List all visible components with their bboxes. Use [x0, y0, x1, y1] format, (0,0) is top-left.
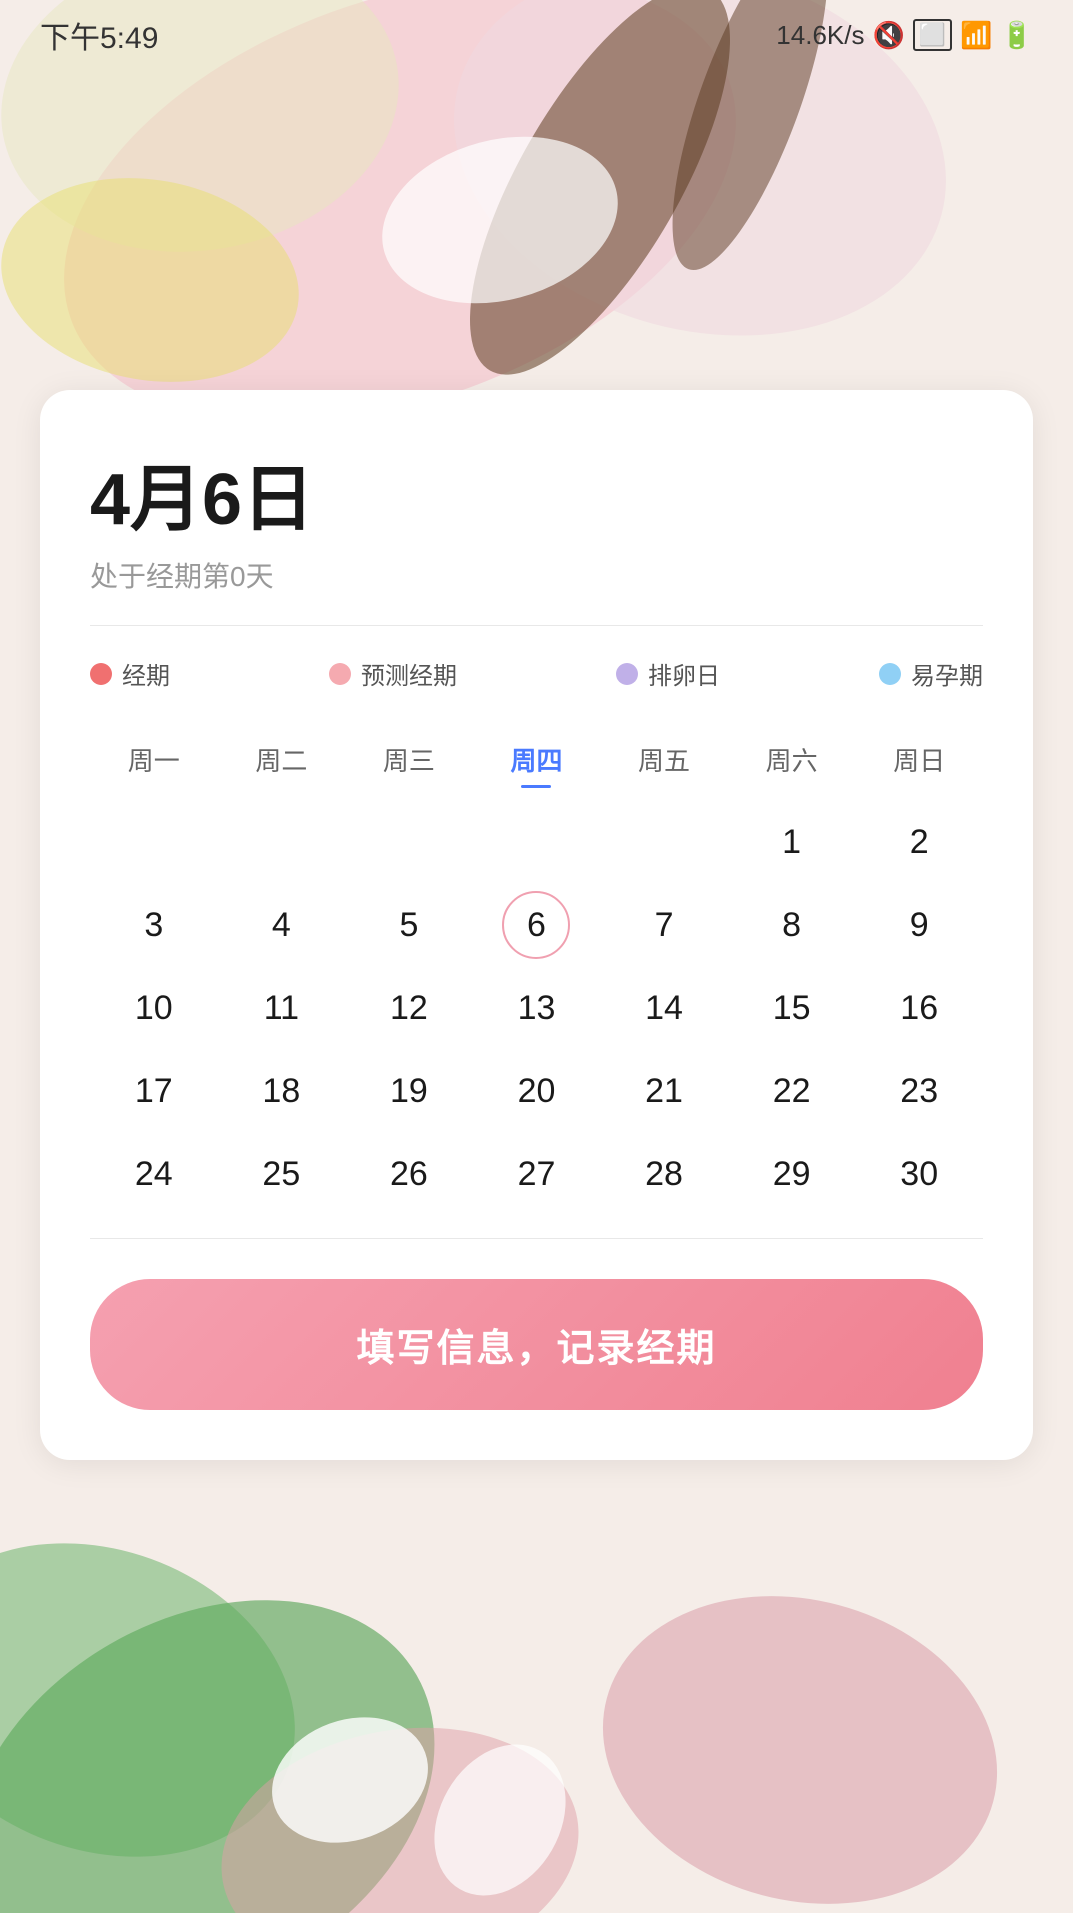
fertile-dot [879, 663, 901, 685]
status-icons: 14.6K/s 🔇 ⬜ 📶 🔋 [776, 19, 1033, 51]
weekday-mon: 周一 [90, 731, 218, 788]
fertile-label: 易孕期 [911, 656, 983, 691]
date-title: 4月6日 [90, 440, 983, 545]
period-dot [90, 663, 112, 685]
calendar-day-13[interactable]: 13 [502, 974, 570, 1042]
calendar-day-15[interactable]: 15 [758, 974, 826, 1042]
header-divider [90, 625, 983, 626]
calendar-day-1[interactable]: 1 [758, 808, 826, 876]
calendar-day-25[interactable]: 25 [247, 1140, 315, 1208]
calendar-day-9[interactable]: 9 [885, 891, 953, 959]
legend-ovulation: 排卵日 [616, 656, 720, 691]
calendar-day-10[interactable]: 10 [120, 974, 188, 1042]
weekday-sun: 周日 [855, 731, 983, 788]
calendar-day-18[interactable]: 18 [247, 1057, 315, 1125]
calendar-day-11[interactable]: 11 [247, 974, 315, 1042]
screen-record-icon: ⬜ [913, 19, 952, 51]
calendar-day-28[interactable]: 28 [630, 1140, 698, 1208]
calendar-day-14[interactable]: 14 [630, 974, 698, 1042]
calendar-day-24[interactable]: 24 [120, 1140, 188, 1208]
period-label: 经期 [122, 656, 170, 691]
calendar-day-26[interactable]: 26 [375, 1140, 443, 1208]
calendar-divider [90, 1238, 983, 1239]
calendar-day-2[interactable]: 2 [885, 808, 953, 876]
mute-icon: 🔇 [872, 20, 904, 51]
weekday-fri: 周五 [600, 731, 728, 788]
calendar-day-4[interactable]: 4 [247, 891, 315, 959]
calendar-day-empty-2 [247, 808, 315, 876]
calendar-day-empty-1 [120, 808, 188, 876]
calendar-day-19[interactable]: 19 [375, 1057, 443, 1125]
calendar-day-empty-3 [375, 808, 443, 876]
weekday-tue: 周二 [218, 731, 346, 788]
calendar-day-7[interactable]: 7 [630, 891, 698, 959]
calendar-day-empty-5 [630, 808, 698, 876]
calendar-day-8[interactable]: 8 [758, 891, 826, 959]
calendar-day-20[interactable]: 20 [502, 1057, 570, 1125]
calendar-day-22[interactable]: 22 [758, 1057, 826, 1125]
wifi-icon: 📶 [960, 20, 992, 51]
battery-icon: 🔋 [1001, 20, 1033, 51]
calendar-day-3[interactable]: 3 [120, 891, 188, 959]
cta-button[interactable]: 填写信息，记录经期 [90, 1279, 983, 1410]
weekday-thu: 周四 [473, 731, 601, 788]
calendar-day-21[interactable]: 21 [630, 1057, 698, 1125]
ovulation-dot [616, 663, 638, 685]
calendar-day-17[interactable]: 17 [120, 1057, 188, 1125]
calendar-day-empty-4 [502, 808, 570, 876]
weekday-sat: 周六 [728, 731, 856, 788]
calendar-day-16[interactable]: 16 [885, 974, 953, 1042]
legend: 经期 预测经期 排卵日 易孕期 [90, 656, 983, 691]
calendar-grid: 1 2 3 4 5 6 7 8 9 10 11 12 13 14 15 16 1… [90, 808, 983, 1208]
calendar-day-30[interactable]: 30 [885, 1140, 953, 1208]
calendar-day-23[interactable]: 23 [885, 1057, 953, 1125]
status-bar: 下午5:49 14.6K/s 🔇 ⬜ 📶 🔋 [0, 0, 1073, 70]
calendar-day-12[interactable]: 12 [375, 974, 443, 1042]
calendar-day-27[interactable]: 27 [502, 1140, 570, 1208]
weekday-wed: 周三 [345, 731, 473, 788]
legend-predicted: 预测经期 [329, 656, 457, 691]
calendar-day-6-today[interactable]: 6 [502, 891, 570, 959]
ovulation-label: 排卵日 [648, 656, 720, 691]
calendar-day-29[interactable]: 29 [758, 1140, 826, 1208]
calendar-day-5[interactable]: 5 [375, 891, 443, 959]
legend-period: 经期 [90, 656, 170, 691]
predicted-dot [329, 663, 351, 685]
date-subtitle: 处于经期第0天 [90, 555, 983, 595]
weekday-headers: 周一 周二 周三 周四 周五 周六 周日 [90, 731, 983, 788]
main-card: 4月6日 处于经期第0天 经期 预测经期 排卵日 易孕期 周一 周二 周三 周四… [40, 390, 1033, 1460]
predicted-label: 预测经期 [361, 656, 457, 691]
legend-fertile: 易孕期 [879, 656, 983, 691]
network-speed: 14.6K/s [776, 20, 864, 51]
status-time: 下午5:49 [40, 13, 158, 57]
